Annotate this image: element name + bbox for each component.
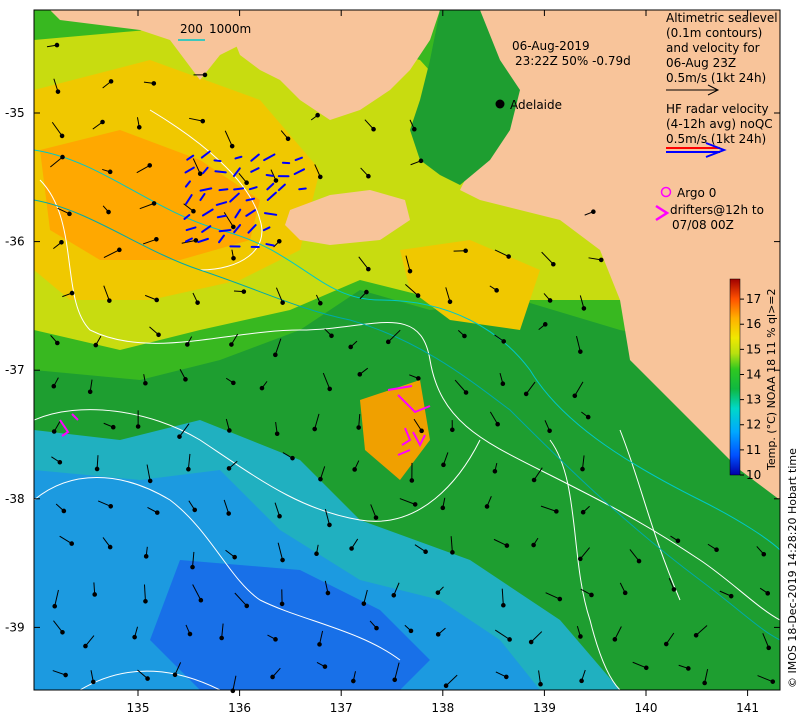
legend-hf-line: 0.5m/s (1kt 24h) [666,132,766,146]
lat-tick-label: -39 [5,620,25,634]
depth-200-label: 200 [180,22,203,36]
adelaide-label: Adelaide [510,98,562,112]
lon-tick-label: 137 [330,701,353,715]
colorbar-tick-label: 14 [746,367,761,381]
legend-drifters-line: drifters@12h to [670,203,764,217]
lat-tick-label: -35 [5,106,25,120]
colorbar-tick-label: 16 [746,317,761,331]
depth-1000-label: 1000m [209,22,251,36]
map-time-line: 23:22Z 50% -0.79d [515,54,631,68]
lon-tick-label: 135 [127,701,150,715]
hf-radar-arrow [213,159,222,163]
adelaide-marker [495,99,505,109]
lat-tick-label: -37 [5,363,25,377]
colorbar-title: Temp. (°C) NOAA 18 11 % ql>=2 [765,288,778,471]
legend-hf-line: (4-12h avg) noQC [666,117,773,131]
legend-altimetric-line: 06-Aug 23Z [666,56,736,70]
colorbar-tick-label: 11 [746,443,761,457]
lon-tick-label: 138 [431,701,454,715]
map-date: 06-Aug-2019 [512,39,590,53]
legend-drifters-line: 07/08 00Z [672,218,734,232]
legend-altimetric-line: Altimetric sealevel [666,11,778,25]
credit-text: © IMOS 18-Dec-2019 14:28:20 Hobart time [786,448,799,688]
lon-tick-label: 136 [228,701,251,715]
hf-radar-arrow [233,187,245,191]
lat-tick-label: -36 [5,235,25,249]
colorbar-tick-label: 17 [746,292,761,306]
legend-altimetric-line: (0.1m contours) [666,26,762,40]
hf-radar-arrow [218,229,232,233]
lon-tick-label: 141 [736,701,759,715]
colorbar-tick-label: 15 [746,342,761,356]
legend-altimetric-line: 0.5m/s (1kt 24h) [666,71,766,85]
hf-radar-arrow [265,243,275,247]
lat-tick-label: -38 [5,492,25,506]
colorbar-tick-label: 12 [746,418,761,432]
lon-tick-label: 139 [533,701,556,715]
colorbar-tick-label: 10 [746,468,761,482]
hf-radar-arrow [298,187,307,191]
hf-radar-arrow [218,188,229,192]
hf-radar-arrow [214,170,227,174]
legend-altimetric-line: and velocity for [666,41,760,55]
hf-radar-arrow [265,173,274,177]
colorbar-tick-label: 13 [746,393,761,407]
lon-tick-label: 140 [635,701,658,715]
colorbar-gradient [729,278,741,476]
legend-hf-line: HF radar velocity [666,102,769,116]
legend-argo: Argo 0 [677,186,716,200]
sst-map-figure: Adelaide 200 1000m 06-Aug-2019 23:22Z 50… [5,9,799,715]
